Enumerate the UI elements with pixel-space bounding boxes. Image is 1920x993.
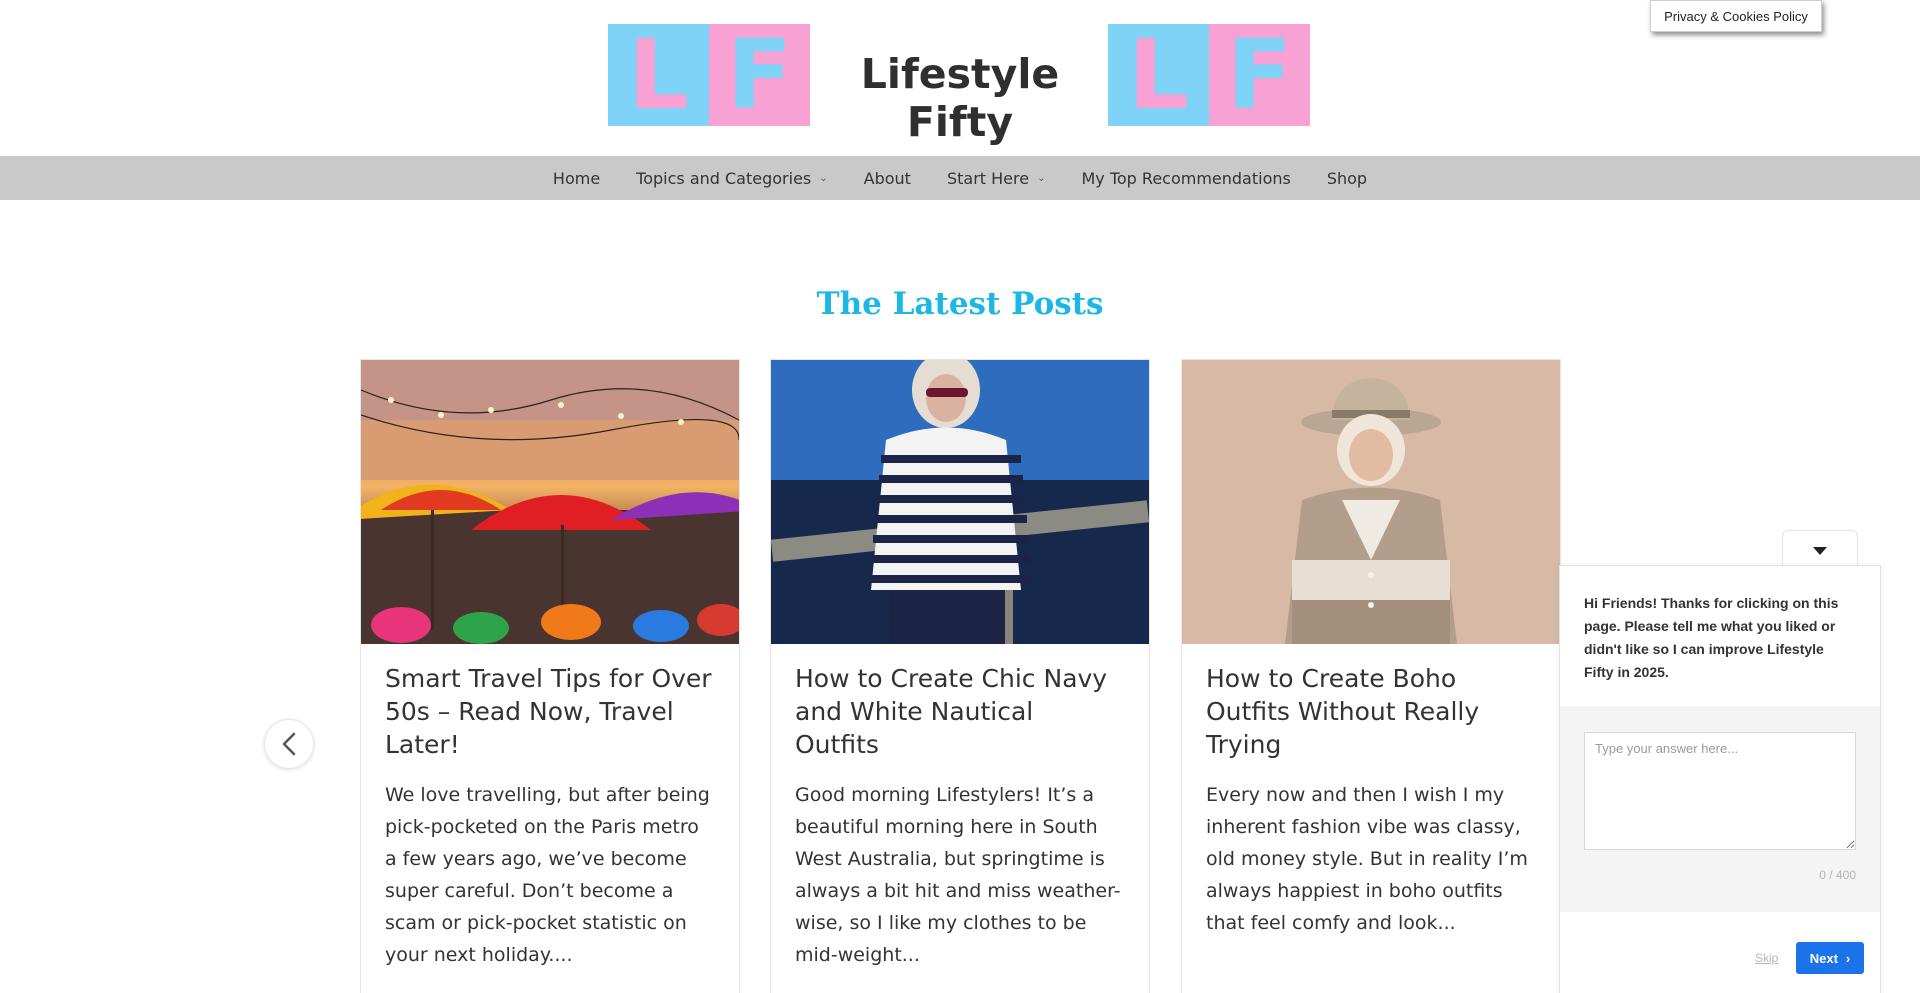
nav-item-label: My Top Recommendations: [1081, 168, 1291, 188]
post-excerpt: We love travelling, but after being pick…: [385, 784, 710, 966]
nav-item-shop[interactable]: Shop: [1327, 169, 1367, 188]
beach-umbrellas-image: [361, 360, 739, 644]
post-title[interactable]: How to Create Chic Navy and White Nautic…: [795, 662, 1125, 761]
post-title[interactable]: How to Create Boho Outfits Without Reall…: [1206, 662, 1536, 761]
survey-answer-input[interactable]: [1584, 732, 1856, 850]
site-title[interactable]: Lifestyle Fifty: [810, 50, 1110, 146]
nav-item-label: Home: [552, 168, 601, 188]
logo-letter-l: L: [608, 24, 709, 126]
boho-outfit-image: [1182, 360, 1560, 644]
navy-outfit-image: [771, 360, 1149, 644]
site-logo-left[interactable]: L F: [608, 24, 810, 126]
character-counter: 0 / 400: [1819, 868, 1856, 882]
nav-item-start-here[interactable]: Start Here ⌄: [947, 169, 1046, 188]
chevron-down-icon: ⌄: [819, 172, 828, 184]
skip-button[interactable]: Skip: [1755, 951, 1778, 965]
chevron-left-icon: [282, 732, 296, 756]
caret-down-icon: [1813, 546, 1827, 555]
chevron-down-icon: ⌄: [1037, 172, 1046, 184]
next-button-label: Next: [1809, 950, 1838, 966]
latest-posts-heading: The Latest Posts: [816, 286, 1104, 322]
nav-item-topics[interactable]: Topics and Categories ⌄: [636, 169, 827, 188]
nav-item-about[interactable]: About: [864, 169, 911, 188]
site-header: L F Lifestyle Fifty L F Privacy & Cookie…: [0, 0, 1920, 156]
post-image-boho-outfit[interactable]: [1182, 360, 1560, 644]
nav-item-label: About: [863, 168, 911, 188]
post-excerpt: Good morning Lifestylers! It’s a beautif…: [795, 784, 1121, 966]
post-card[interactable]: Smart Travel Tips for Over 50s – Read No…: [360, 359, 740, 993]
privacy-cookies-button[interactable]: Privacy & Cookies Policy: [1650, 0, 1822, 32]
nav-item-home[interactable]: Home: [553, 169, 600, 188]
site-logo-right[interactable]: L F: [1108, 24, 1310, 126]
nav-item-label: Shop: [1326, 168, 1368, 188]
survey-footer: Skip Next ›: [1560, 912, 1880, 993]
next-button[interactable]: Next ›: [1796, 942, 1864, 974]
post-card[interactable]: How to Create Chic Navy and White Nautic…: [770, 359, 1150, 993]
main-nav: Home Topics and Categories ⌄ About Start…: [0, 156, 1920, 200]
chevron-right-icon: ›: [1845, 950, 1851, 966]
post-excerpt: Every now and then I wish I my inherent …: [1206, 784, 1528, 934]
post-image-beach-umbrellas[interactable]: [361, 360, 739, 644]
carousel-prev-button[interactable]: [264, 719, 314, 769]
nav-item-label: Topics and Categories: [636, 168, 812, 188]
post-card[interactable]: How to Create Boho Outfits Without Reall…: [1181, 359, 1561, 993]
feedback-survey: Hi Friends! Thanks for clicking on this …: [1559, 565, 1881, 993]
survey-answer-area: 0 / 400: [1560, 706, 1880, 912]
nav-item-recommendations[interactable]: My Top Recommendations: [1081, 169, 1290, 188]
post-image-navy-outfit[interactable]: [771, 360, 1149, 644]
survey-collapse-button[interactable]: [1782, 530, 1858, 570]
nav-item-label: Start Here: [946, 168, 1030, 188]
logo-letter-f: F: [1209, 24, 1310, 126]
logo-letter-l: L: [1108, 24, 1209, 126]
logo-letter-f: F: [709, 24, 810, 126]
post-title[interactable]: Smart Travel Tips for Over 50s – Read No…: [385, 662, 715, 761]
survey-question: Hi Friends! Thanks for clicking on this …: [1584, 595, 1839, 680]
